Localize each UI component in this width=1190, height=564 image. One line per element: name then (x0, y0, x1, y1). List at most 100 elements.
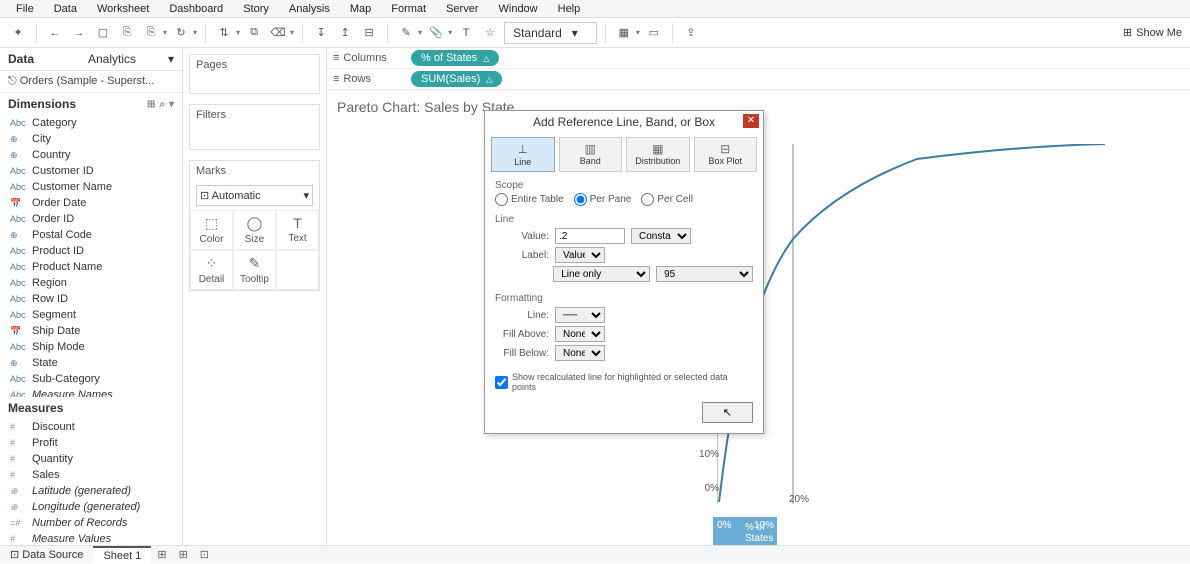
field-product-id[interactable]: AbcProduct ID (0, 243, 182, 259)
refresh-icon[interactable]: ↻ (171, 23, 191, 43)
menu-window[interactable]: Window (489, 1, 548, 17)
menu-analysis[interactable]: Analysis (279, 1, 340, 17)
value-input[interactable] (555, 228, 625, 244)
field-segment[interactable]: AbcSegment (0, 307, 182, 323)
clear-icon[interactable]: ⌫ (268, 23, 288, 43)
menu-data[interactable]: Data (44, 1, 87, 17)
search-icon[interactable]: ⌕ (159, 99, 165, 110)
sort-asc-icon[interactable]: ↧ (311, 23, 331, 43)
menu-file[interactable]: File (6, 1, 44, 17)
radio-per-pane[interactable]: Per Pane (574, 193, 632, 206)
menu-format[interactable]: Format (381, 1, 436, 17)
fix-axis-icon[interactable]: ☆ (480, 23, 500, 43)
fill-above-select[interactable]: None (555, 326, 605, 342)
field-category[interactable]: AbcCategory (0, 115, 182, 131)
dialog-tab-boxplot[interactable]: ⊟Box Plot (694, 137, 758, 172)
tab-dropdown-icon[interactable]: ▾ (160, 48, 182, 70)
field-measure-values[interactable]: #Measure Values (0, 531, 182, 545)
marks-type-select[interactable]: ⊡ Automatic▾ (196, 185, 313, 206)
field-order-id[interactable]: AbcOrder ID (0, 211, 182, 227)
field-region[interactable]: AbcRegion (0, 275, 182, 291)
field-ship-date[interactable]: 📅Ship Date (0, 323, 182, 339)
new-sheet-icon[interactable]: ⊞ (151, 546, 172, 563)
field-measure-names[interactable]: AbcMeasure Names (0, 387, 182, 397)
totals-icon[interactable]: ⊟ (359, 23, 379, 43)
columns-shelf[interactable]: ≡ Columns % of States△ (327, 48, 1190, 69)
show-me-button[interactable]: ⊞ Show Me (1123, 26, 1182, 39)
lineonly-select[interactable]: Line only (553, 266, 650, 282)
marks-tooltip[interactable]: ✎Tooltip (233, 250, 276, 290)
field-latitude-generated-[interactable]: ⊕Latitude (generated) (0, 483, 182, 499)
rows-pill[interactable]: SUM(Sales)△ (411, 71, 502, 87)
menu-help[interactable]: Help (548, 1, 591, 17)
radio-entire-table[interactable]: Entire Table (495, 193, 564, 206)
columns-pill[interactable]: % of States△ (411, 50, 499, 66)
value-type-select[interactable]: Constant (631, 228, 691, 244)
label-icon[interactable]: T (456, 23, 476, 43)
field-customer-name[interactable]: AbcCustomer Name (0, 179, 182, 195)
view-icon[interactable]: ⊞ (147, 99, 155, 110)
tab-analytics[interactable]: Analytics (80, 48, 160, 70)
back-icon[interactable]: ← (45, 23, 65, 43)
x-axis[interactable]: 0%10%20%30%40%50%60%70%80%90%100% % of S… (713, 517, 777, 545)
label-select[interactable]: Value (555, 247, 605, 263)
pages-card[interactable]: Pages (189, 54, 320, 94)
menu-server[interactable]: Server (436, 1, 488, 17)
presentation-icon[interactable]: ▭ (644, 23, 664, 43)
recalc-checkbox[interactable]: Show recalculated line for highlighted o… (495, 372, 753, 392)
duplicate-icon[interactable]: ⧉ (244, 23, 264, 43)
field-longitude-generated-[interactable]: ⊕Longitude (generated) (0, 499, 182, 515)
field-customer-id[interactable]: AbcCustomer ID (0, 163, 182, 179)
tab-data[interactable]: Data (0, 48, 80, 70)
dialog-tab-distribution[interactable]: ▦Distribution (626, 137, 690, 172)
field-profit[interactable]: #Profit (0, 435, 182, 451)
marks-color[interactable]: ⬚Color (190, 210, 233, 250)
menu-worksheet[interactable]: Worksheet (87, 1, 159, 17)
field-postal-code[interactable]: ⊕Postal Code (0, 227, 182, 243)
field-sales[interactable]: #Sales (0, 467, 182, 483)
menu-icon[interactable]: ▾ (169, 99, 174, 110)
menu-map[interactable]: Map (340, 1, 381, 17)
share-icon[interactable]: ⇪ (681, 23, 701, 43)
filters-card[interactable]: Filters (189, 104, 320, 150)
marks-detail[interactable]: ⁘Detail (190, 250, 233, 290)
sort-desc-icon[interactable]: ↥ (335, 23, 355, 43)
forward-icon[interactable]: → (69, 23, 89, 43)
highlight-icon[interactable]: ✎ (396, 23, 416, 43)
fit-select[interactable]: Standard ▾ (504, 22, 597, 44)
new-worksheet-icon[interactable]: ⎘ (141, 23, 161, 43)
field-country[interactable]: ⊕Country (0, 147, 182, 163)
cards-icon[interactable]: ▦ (614, 23, 634, 43)
fill-below-select[interactable]: None (555, 345, 605, 361)
menu-dashboard[interactable]: Dashboard (159, 1, 233, 17)
ok-button[interactable]: ↖ (702, 402, 753, 423)
new-story-icon[interactable]: ⊡ (194, 546, 215, 563)
save-icon[interactable]: ▢ (93, 23, 113, 43)
field-discount[interactable]: #Discount (0, 419, 182, 435)
field-quantity[interactable]: #Quantity (0, 451, 182, 467)
marks-size[interactable]: ◯Size (233, 210, 276, 250)
field-product-name[interactable]: AbcProduct Name (0, 259, 182, 275)
datasource-tab[interactable]: ⊡ Data Source (0, 546, 93, 563)
new-datasource-icon[interactable]: ⎘ (117, 23, 137, 43)
sheet1-tab[interactable]: Sheet 1 (93, 546, 151, 564)
field-state[interactable]: ⊕State (0, 355, 182, 371)
marks-text[interactable]: TText (276, 210, 319, 250)
pin-icon[interactable]: 📎 (426, 23, 446, 43)
field-row-id[interactable]: AbcRow ID (0, 291, 182, 307)
radio-per-cell[interactable]: Per Cell (641, 193, 693, 206)
field-number-of-records[interactable]: =#Number of Records (0, 515, 182, 531)
rows-shelf[interactable]: ≡ Rows SUM(Sales)△ (327, 69, 1190, 90)
field-city[interactable]: ⊕City (0, 131, 182, 147)
lineonly-value-select[interactable]: 95 (656, 266, 753, 282)
swap-icon[interactable]: ⇅ (214, 23, 234, 43)
datasource-row[interactable]: ⎋ Orders (Sample - Superst... (0, 71, 182, 93)
menu-story[interactable]: Story (233, 1, 279, 17)
dialog-tab-line[interactable]: ⟂Line (491, 137, 555, 172)
dialog-tab-band[interactable]: ▥Band (559, 137, 623, 172)
new-dashboard-icon[interactable]: ⊞ (173, 546, 194, 563)
close-icon[interactable]: ✕ (743, 114, 759, 128)
field-sub-category[interactable]: AbcSub-Category (0, 371, 182, 387)
field-order-date[interactable]: 📅Order Date (0, 195, 182, 211)
line-style-select[interactable]: ── (555, 307, 605, 323)
